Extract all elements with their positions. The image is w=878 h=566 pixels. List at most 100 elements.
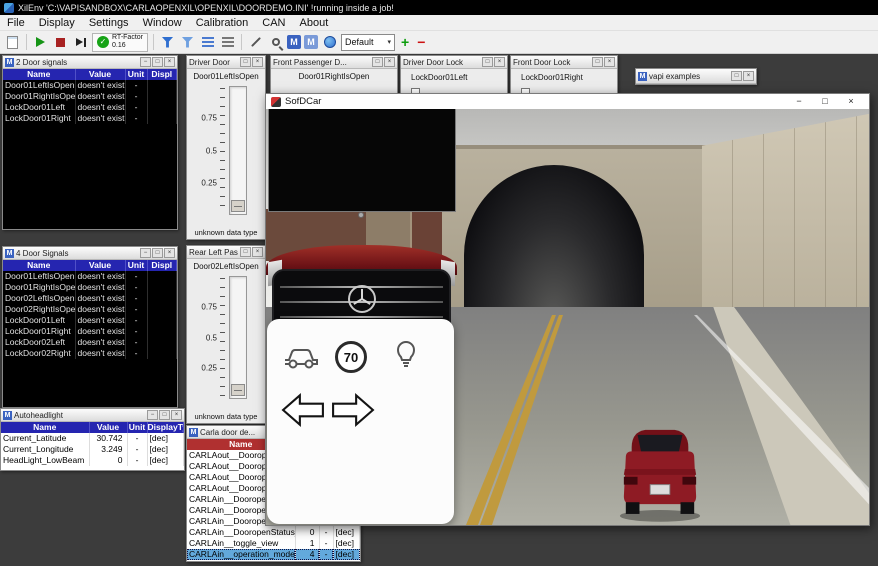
- open-sheet-icon[interactable]: [4, 34, 21, 51]
- arrow-right-button[interactable]: [331, 391, 375, 429]
- maximize-button[interactable]: □: [240, 247, 251, 257]
- headlight-bulb-icon[interactable]: [395, 340, 417, 370]
- step-icon[interactable]: [72, 34, 89, 51]
- page-icon: [7, 36, 18, 49]
- scheme-select[interactable]: Default ▾: [341, 34, 395, 51]
- menu-file[interactable]: File: [0, 15, 32, 31]
- table-row[interactable]: Door01LeftIsOpendoesn't exist-: [3, 271, 177, 282]
- table-row[interactable]: Door02LeftIsOpendoesn't exist-: [3, 293, 177, 304]
- camera-resize-handle[interactable]: [358, 212, 364, 218]
- column-header-unit: Unit: [125, 260, 147, 271]
- window-titlebar[interactable]: Rear Left Passeng... □ ×: [187, 246, 265, 259]
- sofdcar-titlebar[interactable]: SofDCar − □ ×: [266, 94, 869, 109]
- search-icon[interactable]: [267, 34, 284, 51]
- close-button[interactable]: ×: [604, 57, 615, 67]
- slider-track[interactable]: [229, 276, 247, 399]
- table-row[interactable]: LockDoor01Leftdoesn't exist-: [3, 102, 177, 113]
- close-button[interactable]: ×: [743, 71, 754, 81]
- table-row[interactable]: Door01RightIsOpendoesn't exist-: [3, 91, 177, 102]
- filter-icon[interactable]: [159, 34, 176, 51]
- window-titlebar[interactable]: M vapi examples □ ×: [636, 69, 756, 84]
- maximize-button[interactable]: □: [152, 248, 163, 258]
- maximize-button[interactable]: □: [592, 57, 603, 67]
- table-row[interactable]: CARLAin__DooropenStatus_RR0-[dec]: [187, 527, 360, 538]
- menu-calibration[interactable]: Calibration: [189, 15, 256, 31]
- menu-about[interactable]: About: [293, 15, 336, 31]
- table-row[interactable]: HeadLight_LowBeam0-[dec]: [1, 455, 184, 466]
- close-button[interactable]: ×: [164, 57, 175, 67]
- window-titlebar[interactable]: M 2 Door signals − □ ×: [3, 56, 177, 69]
- maximize-button[interactable]: □: [731, 71, 742, 81]
- table-row[interactable]: Door01RightIsOpendoesn't exist-: [3, 282, 177, 293]
- window-titlebar[interactable]: Front Passenger D... □ ×: [271, 56, 397, 69]
- globe-icon[interactable]: [321, 34, 338, 51]
- minimize-button[interactable]: −: [786, 94, 812, 109]
- slider-track[interactable]: [229, 86, 247, 215]
- cell-display: [147, 80, 177, 91]
- 3d-scene-viewport[interactable]: 70: [266, 109, 869, 526]
- cell-value: doesn't exist: [75, 271, 125, 282]
- cell-value: doesn't exist: [75, 315, 125, 326]
- table-row[interactable]: Door02RightIsOpendoesn't exist-: [3, 304, 177, 315]
- window-titlebar[interactable]: Front Door Lock □ ×: [511, 56, 617, 69]
- maximize-button[interactable]: □: [372, 57, 383, 67]
- close-button[interactable]: ×: [838, 94, 864, 109]
- cell-value: doesn't exist: [75, 91, 125, 102]
- close-button[interactable]: ×: [252, 57, 263, 67]
- filter-edit-icon[interactable]: [179, 34, 196, 51]
- close-button[interactable]: ×: [252, 247, 263, 257]
- table-row[interactable]: LockDoor02Leftdoesn't exist-: [3, 337, 177, 348]
- window-titlebar[interactable]: M 4 Door Signals − □ ×: [3, 247, 177, 260]
- cell-display: [147, 102, 177, 113]
- table-row-selected[interactable]: CARLAin__operation_mode4-[dec]: [187, 549, 360, 560]
- menu-settings[interactable]: Settings: [82, 15, 136, 31]
- maximize-button[interactable]: □: [482, 57, 493, 67]
- close-button[interactable]: ×: [164, 248, 175, 258]
- maximize-button[interactable]: □: [812, 94, 838, 109]
- run-icon[interactable]: [32, 34, 49, 51]
- menu-window[interactable]: Window: [136, 15, 189, 31]
- cell-display: [dec]: [147, 444, 184, 455]
- stop-icon[interactable]: [52, 34, 69, 51]
- measurement-window-icon[interactable]: M: [287, 35, 301, 49]
- remove-sheet-button[interactable]: −: [415, 34, 427, 50]
- dropdown-caret-icon: ▾: [387, 38, 391, 46]
- window-titlebar[interactable]: Driver Door Lock □ ×: [401, 56, 507, 69]
- table-row[interactable]: LockDoor01Rightdoesn't exist-: [3, 326, 177, 337]
- measurement-window-alt-icon[interactable]: M: [304, 35, 318, 49]
- car-status-icon[interactable]: [283, 343, 319, 371]
- window-titlebar[interactable]: M Autoheadlight − □ ×: [1, 409, 184, 422]
- menu-can[interactable]: CAN: [255, 15, 292, 31]
- maximize-button[interactable]: □: [159, 410, 170, 420]
- close-button[interactable]: ×: [494, 57, 505, 67]
- table-row[interactable]: CARLAin__toggle_view1-[dec]: [187, 538, 360, 549]
- table-row[interactable]: Current_Longitude3.249-[dec]: [1, 444, 184, 455]
- window-titlebar[interactable]: Driver Door □ ×: [187, 56, 265, 69]
- detail-view-icon[interactable]: [219, 34, 236, 51]
- arrow-left-button[interactable]: [281, 391, 325, 429]
- cell-value: doesn't exist: [75, 337, 125, 348]
- cell-value: doesn't exist: [75, 326, 125, 337]
- probe-icon[interactable]: [247, 34, 264, 51]
- cell-unit: -: [125, 271, 147, 282]
- table-row[interactable]: Door01LeftIsOpendoesn't exist-: [3, 80, 177, 91]
- table-row[interactable]: LockDoor02Rightdoesn't exist-: [3, 348, 177, 359]
- minimize-button[interactable]: −: [147, 410, 158, 420]
- menu-display[interactable]: Display: [32, 15, 82, 31]
- table-row[interactable]: LockDoor01Leftdoesn't exist-: [3, 315, 177, 326]
- table-row[interactable]: LockDoor01Rightdoesn't exist-: [3, 113, 177, 124]
- maximize-button[interactable]: □: [240, 57, 251, 67]
- globe-sphere-icon: [324, 36, 336, 48]
- table-row[interactable]: Current_Latitude30.742-[dec]: [1, 433, 184, 444]
- slider-scale: [220, 278, 225, 397]
- slider-handle[interactable]: [231, 200, 245, 212]
- minimize-button[interactable]: −: [140, 248, 151, 258]
- slider-handle[interactable]: [231, 384, 245, 396]
- close-button[interactable]: ×: [384, 57, 395, 67]
- add-sheet-button[interactable]: +: [398, 34, 412, 50]
- sofdcar-app-icon: [271, 97, 281, 107]
- maximize-button[interactable]: □: [152, 57, 163, 67]
- close-button[interactable]: ×: [171, 410, 182, 420]
- minimize-button[interactable]: −: [140, 57, 151, 67]
- list-view-icon[interactable]: [199, 34, 216, 51]
